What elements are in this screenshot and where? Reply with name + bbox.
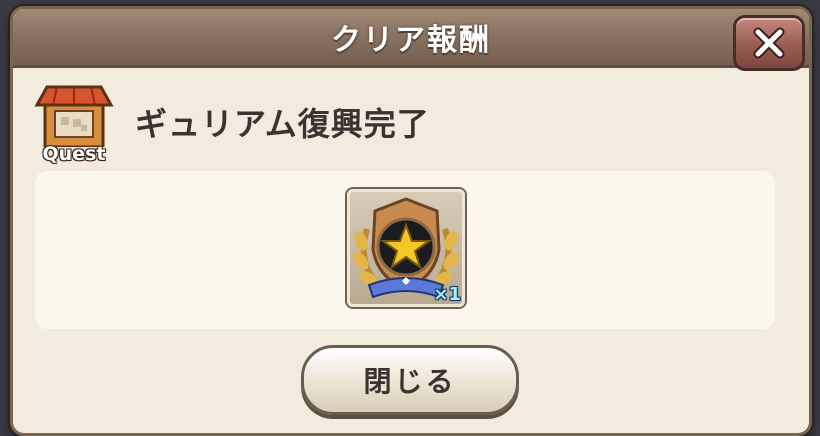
reward-panel: ×1 [35,171,775,329]
reward-quantity: ×1 [433,284,461,305]
quest-badge-label: Quest [42,143,106,165]
quest-name: ギュリアム復興完了 [135,105,430,143]
reward-item-slot[interactable]: ×1 [347,189,465,307]
reward-dialog: クリア報酬 Quest ギュリアム復興完了 ×1 閉じる [10,6,812,436]
close-button-label: 閉じる [363,365,457,398]
quest-badge: Quest [33,81,115,165]
close-button[interactable]: 閉じる [301,345,519,415]
close-x-icon [753,27,785,59]
dialog-title-bar: クリア報酬 [13,9,809,68]
shop-building-icon [34,85,114,147]
close-x-button[interactable] [733,15,805,71]
dialog-title: クリア報酬 [331,23,491,58]
